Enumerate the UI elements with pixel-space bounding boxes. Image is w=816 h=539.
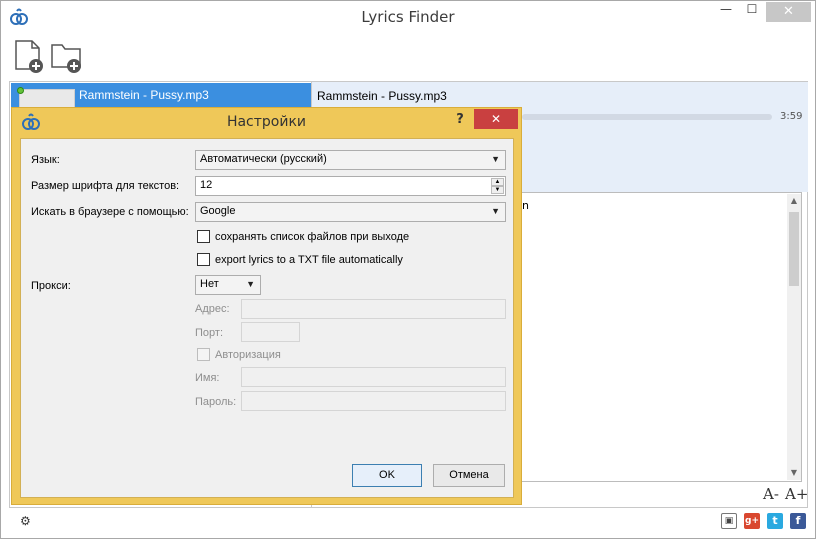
title-bar: Lyrics Finder — ☐ ✕ — [1, 1, 815, 32]
language-label: Язык: — [31, 154, 60, 166]
settings-dialog: Настройки ? ✕ Язык: Автоматически (русск… — [11, 107, 522, 505]
spin-down-icon[interactable]: ▼ — [491, 186, 504, 194]
camera-icon[interactable]: ▣ — [721, 513, 737, 529]
font-increase-button[interactable]: A+ — [785, 485, 808, 503]
name-label: Имя: — [195, 372, 220, 384]
font-size-label: Размер шрифта для текстов: — [31, 180, 180, 192]
export-txt-label: export lyrics to a TXT file automaticall… — [215, 254, 403, 266]
track-duration: 3:59 — [780, 111, 803, 122]
scroll-thumb[interactable] — [789, 212, 799, 286]
save-list-label: сохранять список файлов при выходе — [215, 231, 410, 243]
add-file-icon[interactable] — [12, 39, 46, 75]
help-button[interactable]: ? — [449, 110, 471, 130]
port-label: Порт: — [195, 327, 223, 339]
search-engine-label: Искать в браузере с помощью: — [31, 206, 189, 218]
playback-progress[interactable] — [522, 114, 772, 120]
password-label: Пароль: — [195, 396, 237, 408]
address-field[interactable] — [241, 299, 506, 319]
twitter-icon[interactable]: t — [767, 513, 783, 529]
proxy-select[interactable]: Нет ▼ — [195, 275, 261, 295]
list-item-title: Rammstein - Pussy.mp3 — [79, 88, 209, 102]
password-field[interactable] — [241, 391, 506, 411]
add-folder-icon[interactable] — [50, 39, 84, 75]
window-title: Lyrics Finder — [361, 8, 455, 26]
dialog-close-button[interactable]: ✕ — [474, 109, 518, 129]
export-txt-checkbox[interactable] — [197, 253, 210, 266]
proxy-label: Прокси: — [31, 280, 71, 292]
gear-icon[interactable]: ⚙ — [20, 514, 34, 528]
proxy-value: Нет — [200, 278, 219, 290]
maximize-button[interactable]: ☐ — [739, 2, 765, 22]
track-title: Rammstein - Pussy.mp3 — [317, 89, 447, 103]
chevron-down-icon: ▼ — [491, 206, 500, 216]
port-field[interactable] — [241, 322, 300, 342]
cancel-button[interactable]: Отмена — [433, 464, 505, 487]
language-value: Автоматически (русский) — [200, 153, 327, 165]
dialog-title: Настройки — [226, 114, 307, 130]
name-field[interactable] — [241, 367, 506, 387]
close-button[interactable]: ✕ — [766, 2, 811, 22]
google-plus-icon[interactable]: g+ — [744, 513, 760, 529]
scroll-down-icon[interactable]: ▼ — [787, 466, 801, 480]
chevron-down-icon: ▼ — [491, 154, 500, 164]
font-size-value: 12 — [200, 179, 213, 191]
lyrics-fragment: n — [522, 199, 529, 212]
scroll-up-icon[interactable]: ▲ — [787, 194, 801, 208]
auth-checkbox[interactable] — [197, 348, 210, 361]
font-decrease-button[interactable]: A- — [763, 485, 785, 503]
dialog-body: Язык: Автоматически (русский) ▼ Размер ш… — [20, 138, 514, 498]
save-list-checkbox[interactable] — [197, 230, 210, 243]
search-engine-value: Google — [200, 205, 236, 217]
auth-label: Авторизация — [215, 349, 281, 361]
ok-button[interactable]: OK — [352, 464, 422, 487]
address-label: Адрес: — [195, 303, 230, 315]
minimize-button[interactable]: — — [713, 2, 739, 22]
facebook-icon[interactable]: f — [790, 513, 806, 529]
search-engine-select[interactable]: Google ▼ — [195, 202, 506, 222]
chevron-down-icon: ▼ — [246, 279, 255, 289]
language-select[interactable]: Автоматически (русский) ▼ — [195, 150, 506, 170]
lyrics-scrollbar[interactable]: ▲ ▼ — [787, 194, 801, 480]
spin-up-icon[interactable]: ▲ — [491, 178, 504, 186]
status-icon — [17, 87, 24, 94]
font-size-stepper[interactable]: 12 ▲ ▼ — [195, 176, 506, 196]
